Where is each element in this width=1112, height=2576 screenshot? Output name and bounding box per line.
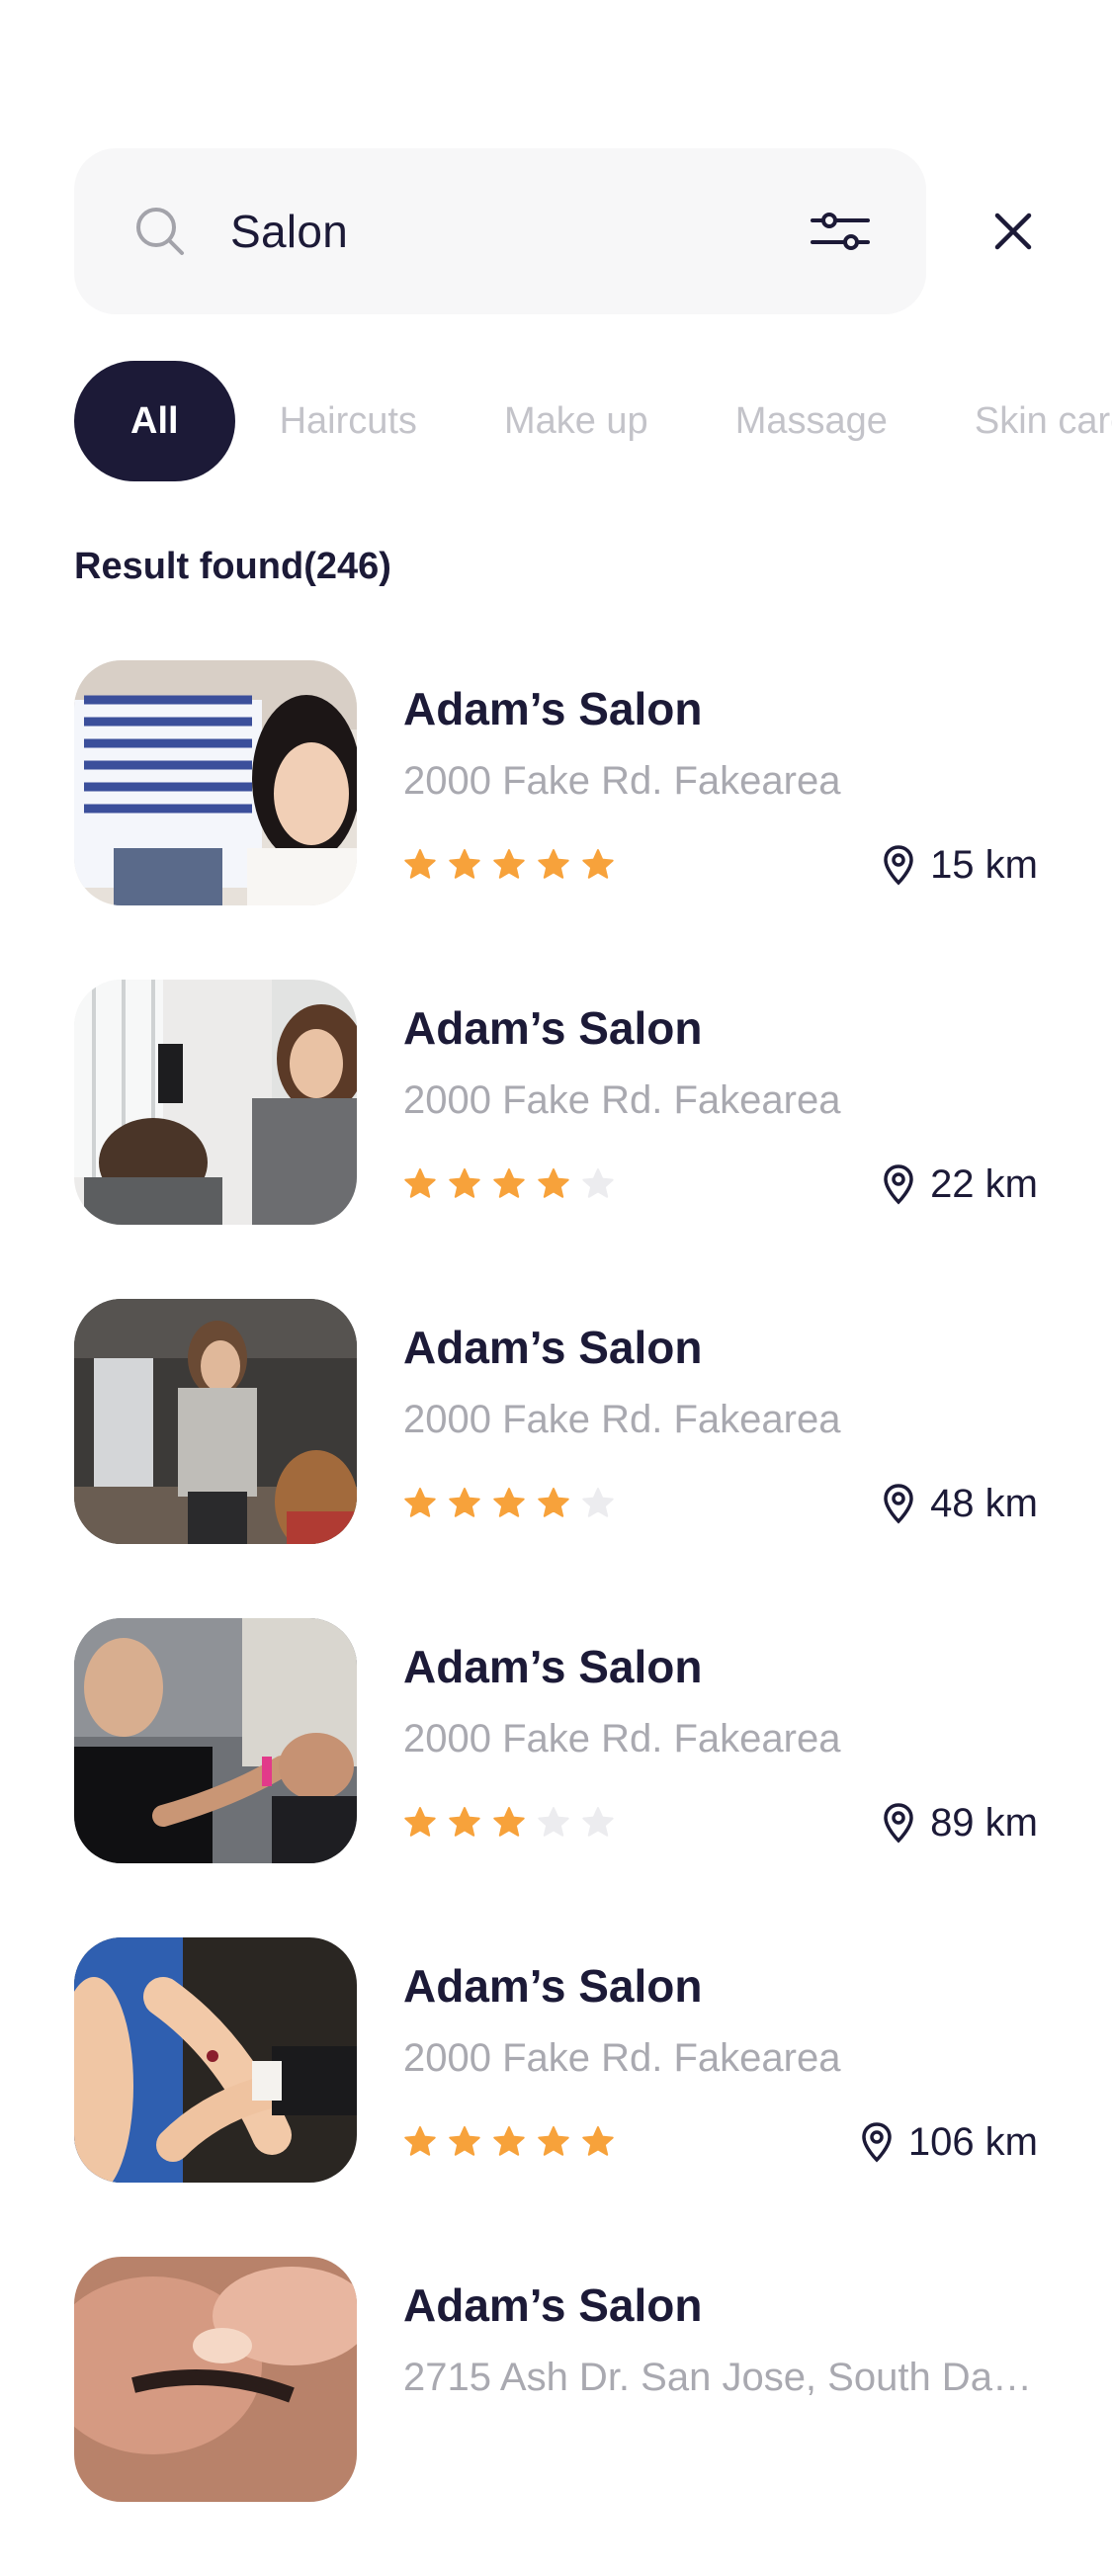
distance-value: 15 km <box>930 842 1038 887</box>
location-pin-icon <box>884 1484 913 1524</box>
salon-photo <box>74 2257 357 2502</box>
star-icon <box>448 2125 481 2159</box>
star-icon <box>492 848 526 882</box>
search-row: Salon <box>74 148 1053 314</box>
results-list: Adam’s Salon 2000 Fake Rd. Fakearea 15 k… <box>74 660 1038 2576</box>
search-box[interactable]: Salon <box>74 148 926 314</box>
distance: 89 km <box>883 1798 1038 1847</box>
star-icon <box>448 1806 481 1840</box>
location-pin-icon <box>884 1164 913 1205</box>
star-icon <box>448 1487 481 1520</box>
star-icon <box>537 1487 570 1520</box>
salon-photo <box>74 660 357 905</box>
salon-name: Adam’s Salon <box>403 1002 703 1054</box>
category-chips: All Haircuts Make up Massage Skin care <box>74 361 1112 481</box>
star-icon <box>581 848 615 882</box>
list-item[interactable]: Adam’s Salon 2000 Fake Rd. Fakearea 22 k… <box>74 980 1038 1225</box>
salon-name: Adam’s Salon <box>403 1641 703 1692</box>
star-icon <box>448 1167 481 1201</box>
search-input[interactable]: Salon <box>230 148 348 314</box>
rating-stars <box>403 1487 626 1520</box>
salon-photo <box>74 1299 357 1544</box>
star-icon <box>581 1167 615 1201</box>
star-icon <box>448 848 481 882</box>
distance: 22 km <box>883 1159 1038 1209</box>
star-icon <box>403 2125 437 2159</box>
location-pin-icon <box>884 1803 913 1844</box>
salon-name: Adam’s Salon <box>403 1960 703 2012</box>
chip-skin-care[interactable]: Skin care <box>975 361 1112 481</box>
distance: 15 km <box>883 840 1038 890</box>
star-icon <box>537 1806 570 1840</box>
star-icon <box>492 1487 526 1520</box>
star-icon <box>403 1167 437 1201</box>
rating-stars <box>403 2125 626 2159</box>
salon-address: 2000 Fake Rd. Fakearea <box>403 1717 841 1760</box>
salon-photo <box>74 980 357 1225</box>
salon-name: Adam’s Salon <box>403 683 703 734</box>
list-item[interactable]: Adam’s Salon 2715 Ash Dr. San Jose, Sout… <box>74 2257 1038 2502</box>
sliders-icon[interactable] <box>811 210 870 253</box>
salon-photo <box>74 1618 357 1863</box>
chip-massage[interactable]: Massage <box>735 361 888 481</box>
star-icon <box>403 1487 437 1520</box>
star-icon <box>492 1806 526 1840</box>
search-icon <box>136 208 184 255</box>
list-item[interactable]: Adam’s Salon 2000 Fake Rd. Fakearea 48 k… <box>74 1299 1038 1544</box>
star-icon <box>403 848 437 882</box>
distance-value: 22 km <box>930 1161 1038 1206</box>
list-item[interactable]: Adam’s Salon 2000 Fake Rd. Fakearea 89 k… <box>74 1618 1038 1863</box>
salon-name: Adam’s Salon <box>403 1322 703 1373</box>
star-icon <box>537 848 570 882</box>
salon-photo <box>74 1937 357 2183</box>
star-icon <box>581 1487 615 1520</box>
chip-make-up[interactable]: Make up <box>504 361 648 481</box>
distance-value: 48 km <box>930 1481 1038 1525</box>
salon-address: 2000 Fake Rd. Fakearea <box>403 759 841 803</box>
star-icon <box>537 1167 570 1201</box>
salon-address: 2000 Fake Rd. Fakearea <box>403 1078 841 1122</box>
star-icon <box>581 1806 615 1840</box>
star-icon <box>492 2125 526 2159</box>
star-icon <box>581 2125 615 2159</box>
salon-address: 2000 Fake Rd. Fakearea <box>403 1398 841 1441</box>
rating-stars <box>403 848 626 882</box>
distance-value: 89 km <box>930 1800 1038 1845</box>
rating-stars <box>403 1167 626 1201</box>
result-count: Result found(246) <box>74 546 391 587</box>
list-item[interactable]: Adam’s Salon 2000 Fake Rd. Fakearea 15 k… <box>74 660 1038 905</box>
chip-all[interactable]: All <box>74 361 235 481</box>
salon-address: 2000 Fake Rd. Fakearea <box>403 2036 841 2080</box>
distance: 48 km <box>883 1479 1038 1528</box>
location-pin-icon <box>862 2122 892 2163</box>
rating-stars <box>403 1806 626 1840</box>
list-item[interactable]: Adam’s Salon 2000 Fake Rd. Fakearea 106 … <box>74 1937 1038 2183</box>
star-icon <box>492 1167 526 1201</box>
distance-value: 106 km <box>907 2119 1038 2164</box>
salon-name: Adam’s Salon <box>403 2279 703 2331</box>
salon-address: 2715 Ash Dr. San Jose, South Dakota 8347… <box>403 2356 1036 2399</box>
star-icon <box>403 1806 437 1840</box>
chip-haircuts[interactable]: Haircuts <box>280 361 417 481</box>
close-icon[interactable] <box>993 212 1033 251</box>
distance: 106 km <box>861 2117 1038 2167</box>
location-pin-icon <box>884 845 913 886</box>
star-icon <box>537 2125 570 2159</box>
